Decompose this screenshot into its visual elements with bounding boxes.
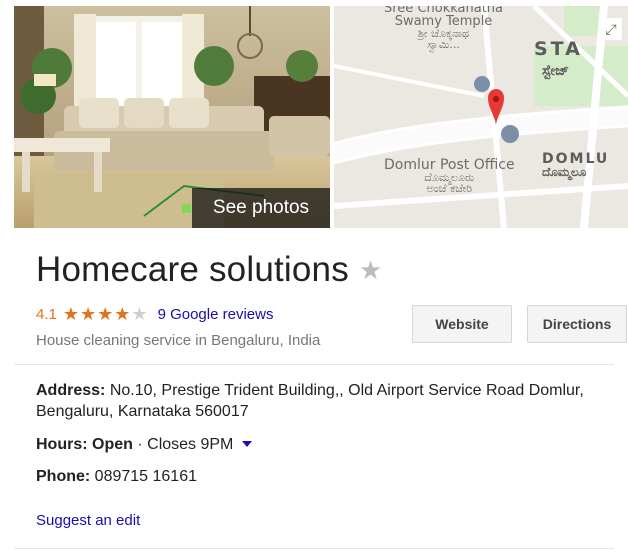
map-area-label: STA: [534, 38, 583, 60]
divider: [14, 364, 614, 365]
map-post-office-label: Domlur Post Office ದೊಮ್ಮಲೂರು ಅಂಚೆ ಕಚೇರಿ: [384, 157, 515, 195]
business-category: House cleaning service in Bengaluru, Ind…: [36, 332, 321, 349]
location-map[interactable]: Sree Chokkanatha Swamy Temple ಶ್ರೀ ಚೊಕ್ಕ…: [334, 6, 628, 228]
rating-stars: ★★★★★: [63, 304, 149, 325]
photos-icon: [182, 204, 191, 213]
phone-value[interactable]: 089715 16161: [95, 468, 197, 485]
knowledge-panel: See photos Sree Chokkanatha Swamy Temple…: [0, 0, 628, 556]
map-expand-icon[interactable]: ⤢: [600, 18, 622, 40]
suggest-edit-link[interactable]: Suggest an edit: [36, 512, 140, 529]
hours-label: Hours:: [36, 436, 88, 453]
media-strip: See photos Sree Chokkanatha Swamy Temple…: [14, 6, 628, 228]
rating-value: 4.1: [36, 306, 57, 323]
star-icon: ★: [97, 304, 115, 324]
map-temple-label: Sree Chokkanatha Swamy Temple ಶ್ರೀ ಚೊಕ್ಕ…: [384, 6, 504, 51]
phone-row: Phone: 089715 16161: [36, 466, 197, 487]
phone-label: Phone:: [36, 468, 91, 485]
hours-dropdown-icon[interactable]: [241, 441, 252, 447]
star-icon: ★: [62, 304, 80, 324]
see-photos-button[interactable]: See photos: [182, 188, 330, 228]
hours-row: Hours: Open · Closes 9PM: [36, 434, 252, 455]
star-icon: ★: [80, 304, 98, 324]
star-empty-icon: ★: [131, 304, 149, 324]
map-area-kn-label: ಸ್ಟೇಜ್: [542, 63, 569, 79]
address-row: Address: No.10, Prestige Trident Buildin…: [36, 380, 616, 422]
see-photos-label: See photos: [212, 197, 310, 218]
map-domlur-label: DOMLU ದೊಮ್ಮಲೂ: [542, 151, 610, 179]
save-star-icon[interactable]: ★: [359, 255, 382, 286]
reviews-link[interactable]: 9 Google reviews: [158, 306, 274, 323]
business-name: Homecare solutions: [36, 250, 349, 289]
address-label: Address:: [36, 382, 106, 399]
website-button[interactable]: Website: [412, 305, 512, 343]
hours-value: · Closes 9PM: [137, 436, 234, 453]
divider: [14, 548, 614, 549]
rating-row: 4.1 ★★★★★ 9 Google reviews: [36, 304, 273, 325]
address-value: No.10, Prestige Trident Building,, Old A…: [36, 382, 584, 420]
star-icon: ★: [114, 304, 132, 324]
title-row: Homecare solutions ★: [36, 250, 382, 290]
directions-button[interactable]: Directions: [527, 305, 627, 343]
hours-status: Open: [92, 436, 133, 453]
business-photo[interactable]: See photos: [14, 6, 330, 228]
